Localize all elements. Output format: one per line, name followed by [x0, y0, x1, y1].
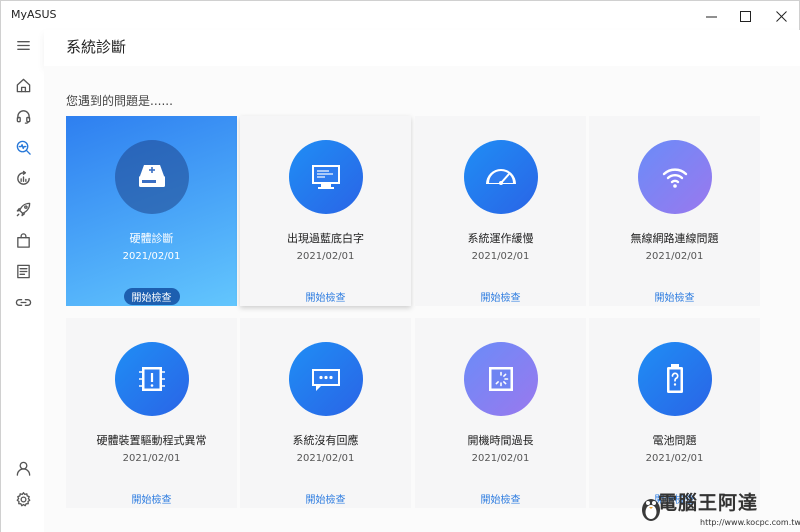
- card-label: 系統沒有回應: [292, 434, 359, 447]
- watermark: 電腦王阿達 http://www.kocpc.com.tw: [640, 486, 800, 532]
- sidebar-item-news[interactable]: [10, 258, 36, 284]
- start-check-button[interactable]: 開始檢查: [473, 490, 529, 507]
- start-check-button[interactable]: 開始檢查: [298, 288, 354, 305]
- sidebar-item-home[interactable]: [10, 72, 36, 98]
- card-icon-circle: [288, 140, 363, 214]
- card-icon-circle: [637, 140, 712, 214]
- watermark-text: 電腦王阿達: [658, 492, 759, 514]
- card-icon-circle: [114, 342, 189, 416]
- card-icon-circle: [637, 342, 712, 416]
- sidebar-item-optimization[interactable]: [10, 165, 36, 191]
- watermark-url: http://www.kocpc.com.tw: [700, 518, 800, 527]
- question-prompt: 您遇到的問題是......: [66, 94, 173, 108]
- card-label: 電池問題: [652, 434, 697, 447]
- card-wifi-problem[interactable]: 無線網路連線問題 2021/02/01 開始檢查: [589, 116, 760, 306]
- page-title: 系統診斷: [66, 38, 127, 56]
- card-battery-problem[interactable]: 電池問題 2021/02/01 開始檢查: [589, 318, 760, 508]
- diagnosis-search-icon: [16, 140, 31, 155]
- loading-window-icon: [488, 367, 513, 391]
- title-bar: MyASUS: [0, 0, 800, 30]
- card-label: 無線網路連線問題: [630, 232, 719, 245]
- card-label: 硬體裝置驅動程式異常: [96, 434, 207, 447]
- sidebar-item-diagnosis[interactable]: [10, 134, 36, 160]
- minimize-button[interactable]: [693, 1, 729, 31]
- page-header: 系統診斷: [44, 30, 800, 66]
- sidebar-item-account[interactable]: [10, 455, 36, 481]
- card-date: 2021/02/01: [122, 453, 181, 464]
- start-check-button[interactable]: 開始檢查: [298, 490, 354, 507]
- card-icon-circle: [288, 342, 363, 416]
- sidebar-item-boost[interactable]: [10, 196, 36, 222]
- card-date: 2021/02/01: [296, 251, 355, 262]
- start-check-button[interactable]: 開始檢查: [647, 288, 703, 305]
- link-icon: [15, 298, 31, 306]
- speedometer-icon: [485, 169, 516, 185]
- sidebar-item-settings[interactable]: [10, 486, 36, 512]
- card-slow-boot[interactable]: 開機時間過長 2021/02/01 開始檢查: [415, 318, 586, 508]
- card-icon-circle: [114, 140, 189, 214]
- home-icon: [16, 78, 30, 92]
- start-check-button[interactable]: 開始檢查: [123, 288, 180, 305]
- shopping-bag-icon: [16, 232, 30, 248]
- sidebar-item-store[interactable]: [10, 227, 36, 253]
- menu-button[interactable]: [10, 32, 36, 58]
- headset-icon: [16, 109, 30, 124]
- card-icon-circle: [463, 342, 538, 416]
- document-icon: [16, 264, 30, 278]
- card-icon-circle: [463, 140, 538, 214]
- card-label: 開機時間過長: [467, 434, 534, 447]
- card-date: 2021/02/01: [471, 251, 530, 262]
- sidebar-item-link[interactable]: [10, 289, 36, 315]
- battery-question-icon: [666, 364, 683, 393]
- hamburger-icon: [16, 40, 30, 50]
- card-date: 2021/02/01: [471, 453, 530, 464]
- card-date: 2021/02/01: [645, 453, 704, 464]
- minimize-icon: [705, 16, 717, 17]
- gear-icon: [16, 491, 30, 506]
- drive-icon: [138, 165, 165, 187]
- card-system-not-responding[interactable]: 系統沒有回應 2021/02/01 開始檢查: [240, 318, 411, 508]
- card-label: 系統運作緩慢: [467, 232, 534, 245]
- refresh-chart-icon: [16, 170, 30, 185]
- card-blue-screen[interactable]: 出現過藍底白字 2021/02/01 開始檢查: [240, 116, 411, 306]
- sidebar: [0, 30, 44, 532]
- card-driver-error[interactable]: 硬體裝置驅動程式異常 2021/02/01 開始檢查: [66, 318, 237, 508]
- maximize-button[interactable]: [727, 1, 763, 31]
- app-title: MyASUS: [11, 8, 57, 21]
- card-system-slow[interactable]: 系統運作緩慢 2021/02/01 開始檢查: [415, 116, 586, 306]
- start-check-button[interactable]: 開始檢查: [124, 490, 180, 507]
- card-label: 出現過藍底白字: [287, 232, 364, 245]
- chat-bubble-icon: [311, 369, 340, 391]
- card-label: 硬體診斷: [129, 232, 174, 245]
- start-check-button[interactable]: 開始檢查: [473, 288, 529, 305]
- close-button[interactable]: [763, 1, 799, 31]
- close-icon: [775, 10, 787, 22]
- rocket-icon: [16, 202, 30, 216]
- user-icon: [16, 461, 30, 476]
- monitor-icon: [311, 165, 340, 189]
- main-content: 您遇到的問題是...... 硬體診斷 2021/02/01 開始檢查 出現過藍底…: [44, 66, 800, 532]
- card-date: 2021/02/01: [645, 251, 704, 262]
- wifi-icon: [662, 168, 687, 188]
- card-hardware-diagnosis[interactable]: 硬體診斷 2021/02/01 開始檢查: [66, 116, 237, 306]
- chip-alert-icon: [138, 367, 165, 391]
- sidebar-item-support[interactable]: [10, 103, 36, 129]
- maximize-icon: [739, 10, 751, 22]
- card-date: 2021/02/01: [122, 251, 181, 262]
- card-date: 2021/02/01: [296, 453, 355, 464]
